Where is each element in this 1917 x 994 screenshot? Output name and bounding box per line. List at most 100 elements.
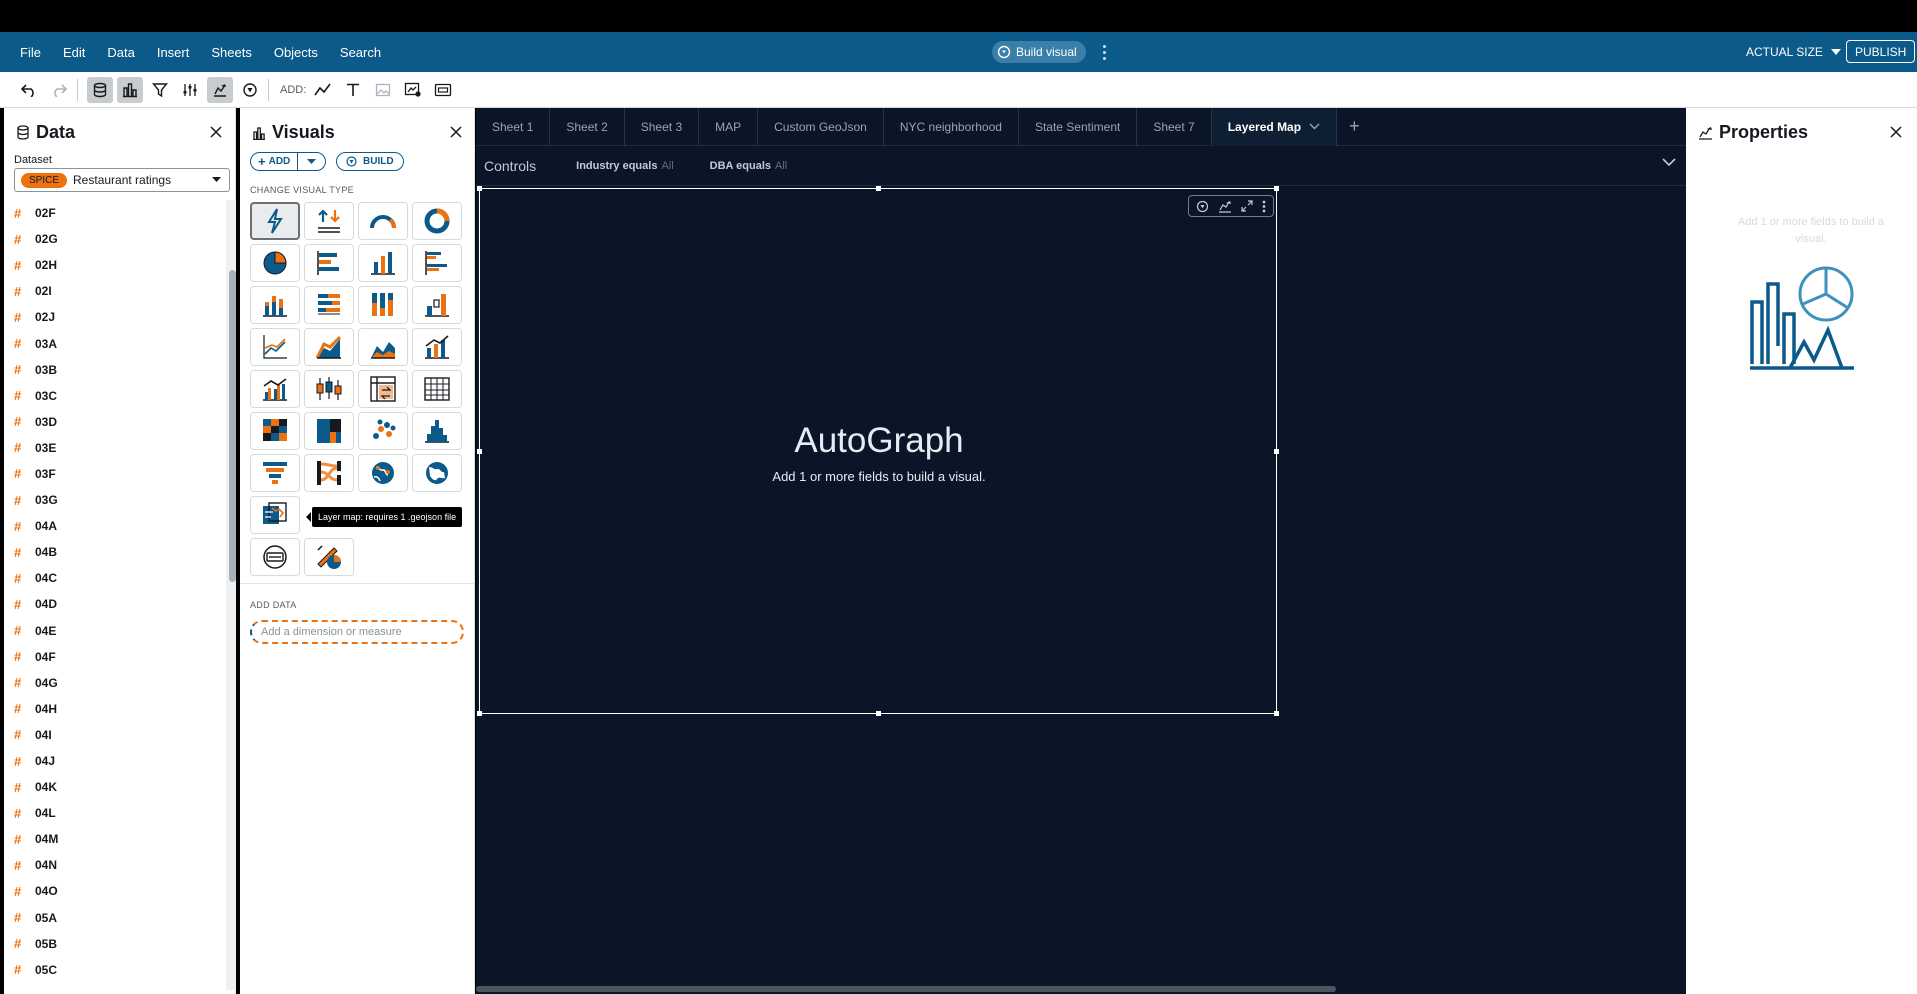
resize-handle[interactable] <box>477 711 482 716</box>
autograph-icon[interactable] <box>237 77 263 103</box>
field-item[interactable]: #03A <box>14 330 219 356</box>
layer-map-visual-type[interactable] <box>250 496 300 534</box>
field-item[interactable]: #05C <box>14 957 219 983</box>
visual-menu-icon[interactable] <box>1262 200 1266 213</box>
histogram-visual-type[interactable] <box>412 412 462 450</box>
field-item[interactable]: #02G <box>14 226 219 252</box>
filter-icon[interactable] <box>147 77 173 103</box>
properties-toggle-icon[interactable] <box>207 76 233 103</box>
collapse-controls-icon[interactable] <box>1662 158 1676 167</box>
scatter-visual-type[interactable] <box>358 412 408 450</box>
area-visual-type[interactable] <box>304 328 354 366</box>
build-visual-button[interactable]: Build visual <box>992 41 1086 63</box>
field-item[interactable]: #03E <box>14 435 219 461</box>
menu-sheets[interactable]: Sheets <box>211 45 251 60</box>
menu-data[interactable]: Data <box>107 45 134 60</box>
tab-sheet-7[interactable]: Sheet 7 <box>1137 107 1212 146</box>
menu-objects[interactable]: Objects <box>274 45 318 60</box>
menu-file[interactable]: File <box>20 45 41 60</box>
field-item[interactable]: #04B <box>14 539 219 565</box>
redo-icon[interactable] <box>46 77 72 103</box>
field-item[interactable]: #03C <box>14 383 219 409</box>
format-visual-icon[interactable] <box>1218 200 1232 213</box>
custom-visual-visual-type[interactable] <box>304 538 354 576</box>
field-item[interactable]: #03D <box>14 409 219 435</box>
close-visuals-panel-icon[interactable] <box>446 122 466 142</box>
resize-handle[interactable] <box>1274 711 1279 716</box>
insight-visual-type[interactable] <box>250 538 300 576</box>
clustered-combo-visual-type[interactable] <box>250 370 300 408</box>
add-insight-icon[interactable] <box>400 77 426 103</box>
field-drop-zone[interactable]: Add a dimension or measure <box>250 620 464 644</box>
field-item[interactable]: #04G <box>14 670 219 696</box>
field-item[interactable]: #04N <box>14 852 219 878</box>
line-visual-type[interactable] <box>250 328 300 366</box>
tab-nyc-neighborhood[interactable]: NYC neighborhood <box>884 107 1019 146</box>
tab-state-sentiment[interactable]: State Sentiment <box>1019 107 1138 146</box>
field-item[interactable]: #04E <box>14 618 219 644</box>
canvas-horizontal-scrollbar[interactable] <box>476 986 1336 992</box>
visuals-panel-toggle-icon[interactable] <box>117 76 143 103</box>
field-item[interactable]: #04C <box>14 565 219 591</box>
table-visual-type[interactable] <box>412 370 462 408</box>
donut-visual-type[interactable] <box>412 202 462 240</box>
tab-sheet-3[interactable]: Sheet 3 <box>625 107 700 146</box>
sankey-visual-type[interactable] <box>304 454 354 492</box>
publish-button[interactable]: PUBLISH <box>1846 40 1916 63</box>
chevron-down-icon[interactable] <box>1309 123 1320 130</box>
menu-insert[interactable]: Insert <box>157 45 190 60</box>
waterfall-visual-type[interactable] <box>412 286 462 324</box>
tab-map[interactable]: MAP <box>699 107 759 146</box>
close-data-panel-icon[interactable] <box>206 122 226 142</box>
field-item[interactable]: #04I <box>14 722 219 748</box>
resize-handle[interactable] <box>876 186 881 191</box>
field-list-scrollbar[interactable] <box>229 270 236 582</box>
field-item[interactable]: #02J <box>14 304 219 330</box>
expand-icon[interactable] <box>1241 200 1253 212</box>
tab-layered-map[interactable]: Layered Map <box>1211 107 1338 146</box>
stacked-area-visual-type[interactable] <box>358 328 408 366</box>
close-properties-panel-icon[interactable] <box>1886 122 1906 142</box>
box-plot-visual-type[interactable] <box>304 370 354 408</box>
add-visual-dropdown-icon[interactable] <box>298 153 325 170</box>
field-item[interactable]: #05A <box>14 905 219 931</box>
field-item[interactable]: #04J <box>14 748 219 774</box>
kpi-visual-type[interactable] <box>304 202 354 240</box>
field-item[interactable]: #03B <box>14 357 219 383</box>
gauge-visual-type[interactable] <box>358 202 408 240</box>
field-item[interactable]: #04K <box>14 774 219 800</box>
actual-size-dropdown[interactable]: ACTUAL SIZE <box>1746 45 1841 59</box>
more-options-icon[interactable] <box>1100 40 1108 64</box>
add-sheet-icon[interactable]: + <box>1349 116 1360 137</box>
add-text-icon[interactable] <box>340 77 366 103</box>
menu-search[interactable]: Search <box>340 45 381 60</box>
horizontal-bar-visual-type[interactable] <box>304 244 354 282</box>
100-stacked-bar-visual-type[interactable] <box>358 286 408 324</box>
field-item[interactable]: #04L <box>14 800 219 826</box>
tab-sheet-1[interactable]: Sheet 1 <box>476 107 551 146</box>
field-item[interactable]: #04M <box>14 826 219 852</box>
autograph-icon[interactable] <box>1196 200 1209 213</box>
field-item[interactable]: #04H <box>14 696 219 722</box>
data-panel-toggle-icon[interactable] <box>87 76 113 103</box>
add-image-icon[interactable] <box>370 77 396 103</box>
field-item[interactable]: #02I <box>14 278 219 304</box>
tab-custom-geojson[interactable]: Custom GeoJson <box>758 107 884 146</box>
field-item[interactable]: #03F <box>14 461 219 487</box>
industry-filter-control[interactable]: Industry equals All <box>576 160 674 172</box>
filled-map-visual-type[interactable] <box>412 454 462 492</box>
stacked-bar-visual-type[interactable] <box>250 286 300 324</box>
funnel-visual-type[interactable] <box>250 454 300 492</box>
clustered-bar-visual-type[interactable] <box>412 244 462 282</box>
undo-icon[interactable] <box>16 77 42 103</box>
vertical-bar-visual-type[interactable] <box>358 244 408 282</box>
autograph-visual-type[interactable] <box>250 202 300 240</box>
field-item[interactable]: #03G <box>14 487 219 513</box>
build-button[interactable]: BUILD <box>336 152 404 171</box>
add-visual-icon[interactable] <box>310 77 336 103</box>
add-visual-button[interactable]: + ADD <box>251 153 299 170</box>
heat-map-visual-type[interactable] <box>250 412 300 450</box>
parameters-icon[interactable] <box>177 77 203 103</box>
dataset-select[interactable]: SPICE Restaurant ratings <box>14 168 230 192</box>
tab-sheet-2[interactable]: Sheet 2 <box>550 107 625 146</box>
